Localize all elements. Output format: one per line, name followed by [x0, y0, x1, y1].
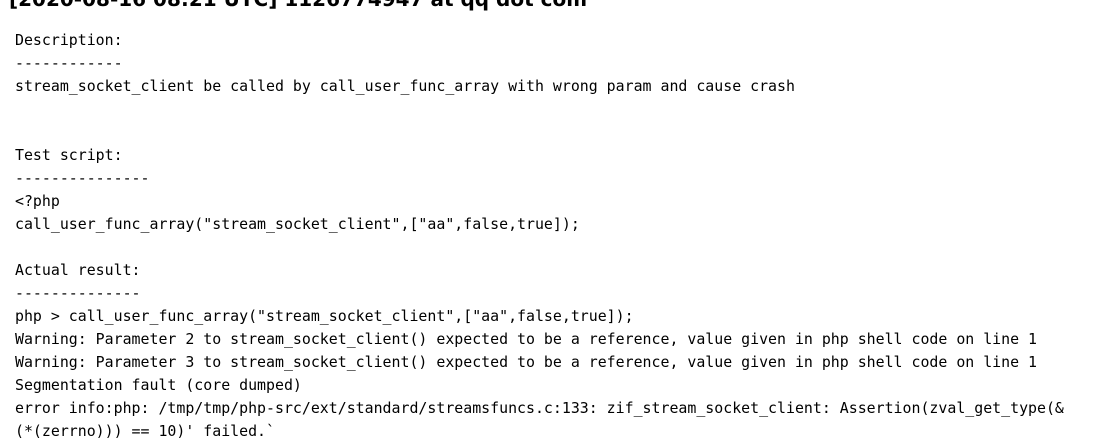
- test-script-heading: Test script:: [15, 146, 123, 164]
- code-line: call_user_func_array("stream_socket_clie…: [15, 215, 580, 233]
- description-underline: ------------: [15, 54, 123, 72]
- test-script-underline: ---------------: [15, 169, 150, 187]
- code-line: <?php: [15, 192, 60, 210]
- output-line: error info:php: /tmp/tmp/php-src/ext/sta…: [15, 399, 1064, 417]
- comment-header: [2020-08-16 08:21 UTC] 1126774947 at qq …: [9, 0, 587, 11]
- description-heading: Description:: [15, 31, 123, 49]
- output-line: php > call_user_func_array("stream_socke…: [15, 307, 634, 325]
- output-line: (*(zerrno))) == 10)' failed.`: [15, 422, 275, 440]
- output-line: Segmentation fault (core dumped): [15, 376, 302, 394]
- description-text: stream_socket_client be called by call_u…: [15, 77, 795, 95]
- output-line: Warning: Parameter 3 to stream_socket_cl…: [15, 353, 1038, 371]
- output-line: Warning: Parameter 2 to stream_socket_cl…: [15, 330, 1038, 348]
- comment-body: Description: ------------ stream_socket_…: [15, 29, 1095, 443]
- actual-result-heading: Actual result:: [15, 261, 141, 279]
- actual-result-underline: --------------: [15, 284, 141, 302]
